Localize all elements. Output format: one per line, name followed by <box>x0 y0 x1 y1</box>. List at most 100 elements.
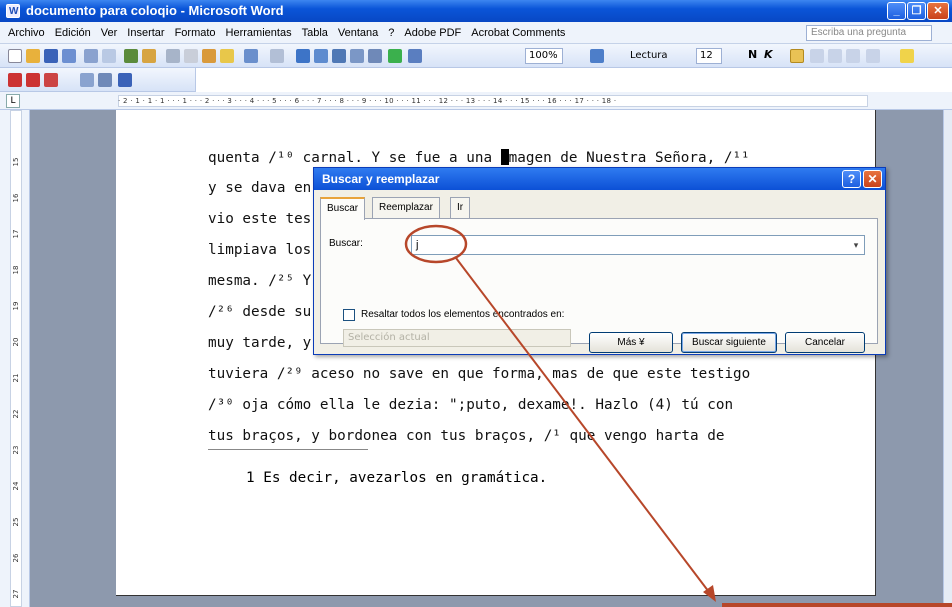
text-line: vio este tes <box>208 211 312 227</box>
reviewing-icon[interactable] <box>80 73 94 87</box>
footnote-separator <box>208 449 368 450</box>
menu-herramientas[interactable]: Herramientas <box>221 22 297 44</box>
standard-toolbar: 100% Lectura 12 N K <box>0 44 952 68</box>
vruler-mark: 27 <box>12 589 20 599</box>
horizontal-ruler: L · 2 · 1 · 1 · 1 · · · 1 · · · 2 · · · … <box>0 92 952 110</box>
sort-icon[interactable] <box>98 73 112 87</box>
title-bar: documento para coloqio - Microsoft Word … <box>0 0 952 23</box>
menu-adobe-pdf[interactable]: Adobe PDF <box>399 22 466 44</box>
hyperlink-icon[interactable] <box>296 49 310 63</box>
justify-icon[interactable] <box>846 49 860 63</box>
vruler-mark: 25 <box>12 517 20 527</box>
find-label: Buscar: <box>329 238 363 249</box>
tab-ir-a[interactable]: Ir a <box>450 197 471 233</box>
format-painter-icon[interactable] <box>220 49 234 63</box>
cut-icon[interactable] <box>166 49 180 63</box>
align-center-icon[interactable] <box>810 49 824 63</box>
insert-table-icon[interactable] <box>332 49 346 63</box>
research-icon[interactable] <box>142 49 156 63</box>
restore-button[interactable]: ❐ <box>907 2 926 20</box>
help-icon[interactable] <box>590 49 604 63</box>
vruler-mark: 19 <box>12 301 20 311</box>
display-icon[interactable] <box>118 73 132 87</box>
dialog-help-button[interactable]: ? <box>842 170 861 188</box>
vruler-mark: 20 <box>12 337 20 347</box>
convert-pdf-icon[interactable] <box>8 73 22 87</box>
ruler-numbers: · 2 · 1 · 1 · 1 · · · 1 · · · 2 · · · 3 … <box>118 97 617 105</box>
line-spacing-icon[interactable] <box>866 49 880 63</box>
save-icon[interactable] <box>44 49 58 63</box>
vruler-mark: 17 <box>12 229 20 239</box>
print-icon[interactable] <box>84 49 98 63</box>
chevron-down-icon[interactable]: ▾ <box>850 239 862 251</box>
text-line: tus braços, y bordonea con tus braços, /… <box>208 428 725 444</box>
ask-question-input[interactable]: Escriba una pregunta <box>806 25 932 41</box>
convert-email-pdf-icon[interactable] <box>26 73 40 87</box>
paste-icon[interactable] <box>202 49 216 63</box>
text-line: /²⁶ desde su <box>208 304 312 320</box>
vertical-ruler: 15 16 17 18 19 20 21 22 23 24 25 26 27 <box>0 110 30 607</box>
menu-bar: Archivo Edición Ver Insertar Formato Herramie… <box>0 22 952 44</box>
tab-stop-selector[interactable]: L <box>6 94 20 108</box>
minimize-button[interactable]: _ <box>887 2 906 20</box>
text-line: muy tarde, y <box>208 335 312 351</box>
italic-button[interactable]: K <box>764 48 773 61</box>
menu-acrobat-comments[interactable]: Acrobat Comments <box>466 22 570 44</box>
dialog-close-button[interactable]: ✕ <box>863 170 882 188</box>
undo-icon[interactable] <box>244 49 258 63</box>
insert-excel-icon[interactable] <box>350 49 364 63</box>
copy-icon[interactable] <box>184 49 198 63</box>
text-line: quenta /¹⁰ carnal. Y se fue a una magen … <box>208 149 750 166</box>
menu-edicion[interactable]: Edición <box>50 22 96 44</box>
vruler-mark: 21 <box>12 373 20 383</box>
permission-icon[interactable] <box>62 49 76 63</box>
dialog-title-bar[interactable]: Buscar y reemplazar ? ✕ <box>314 168 885 190</box>
word-app-icon <box>6 1 20 23</box>
print-preview-icon[interactable] <box>102 49 116 63</box>
highlight-icon[interactable] <box>900 49 914 63</box>
tab-buscar[interactable]: Buscar <box>320 197 366 220</box>
menu-archivo[interactable]: Archivo <box>0 22 50 44</box>
dialog-title: Buscar y reemplazar <box>322 172 440 186</box>
text-line: /³⁰ oja cómo ella le dezia: ";puto, dexa… <box>208 397 734 413</box>
find-input[interactable]: j ▾ <box>411 235 865 255</box>
cancel-button[interactable]: Cancelar <box>785 332 865 353</box>
window-title: documento para coloqio - Microsoft Word <box>26 3 284 18</box>
text-line: limpiava los <box>208 242 312 258</box>
highlight-all-checkbox[interactable] <box>343 309 355 321</box>
redo-icon[interactable] <box>270 49 284 63</box>
vruler-mark: 16 <box>12 193 20 203</box>
spelling-icon[interactable] <box>124 49 138 63</box>
align-left-icon[interactable] <box>790 49 804 63</box>
read-mode-button[interactable]: Lectura <box>630 48 668 64</box>
menu-insertar[interactable]: Insertar <box>122 22 169 44</box>
open-folder-icon[interactable] <box>26 49 40 63</box>
text-line: tuviera /²⁹ aceso no save en que forma, … <box>208 366 751 382</box>
convert-review-pdf-icon[interactable] <box>44 73 58 87</box>
close-window-button[interactable]: ✕ <box>927 2 949 20</box>
zoom-select[interactable]: 100% <box>525 48 563 64</box>
menu-tabla[interactable]: Tabla <box>297 22 333 44</box>
drawing-icon[interactable] <box>388 49 402 63</box>
find-next-button[interactable]: Buscar siguiente <box>681 332 777 353</box>
document-map-icon[interactable] <box>408 49 422 63</box>
menu-formato[interactable]: Formato <box>170 22 221 44</box>
vruler-mark: 24 <box>12 481 20 491</box>
bold-button[interactable]: N <box>748 48 757 61</box>
align-right-icon[interactable] <box>828 49 842 63</box>
find-replace-dialog: Buscar y reemplazar ? ✕ Buscar Reemplaza… <box>313 167 886 355</box>
vruler-mark: 26 <box>12 553 20 563</box>
font-size-select[interactable]: 12 <box>696 48 722 64</box>
tab-reemplazar[interactable]: Reemplazar <box>372 197 440 219</box>
menu-help[interactable]: ? <box>383 22 399 44</box>
footnote: 1 Es decir, avezarlos en gramática. <box>246 470 548 486</box>
more-button[interactable]: Más ¥ <box>589 332 673 353</box>
highlight-all-label: Resaltar todos los elementos encontrados… <box>361 309 565 320</box>
columns-icon[interactable] <box>368 49 382 63</box>
annotation-bar <box>722 603 952 607</box>
new-document-icon[interactable] <box>8 49 22 63</box>
vertical-scrollbar[interactable] <box>943 110 952 607</box>
tables-borders-icon[interactable] <box>314 49 328 63</box>
menu-ver[interactable]: Ver <box>96 22 123 44</box>
menu-ventana[interactable]: Ventana <box>333 22 383 44</box>
